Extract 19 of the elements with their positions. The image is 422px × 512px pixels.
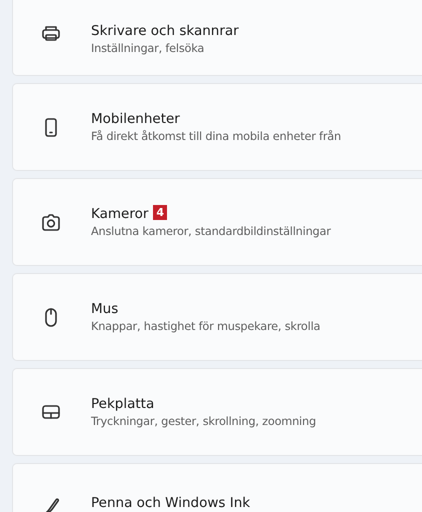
item-description: Anslutna kameror, standardbildinställningar: [91, 224, 331, 240]
item-title: Pekplatta: [91, 396, 154, 412]
item-title: Mobilenheter: [91, 110, 180, 126]
settings-card[interactable]: Kameror 4 Anslutna kameror, standardbildinställningar: [12, 178, 422, 266]
item-description: Få direkt åtkomst till dina mobila enheter från: [91, 128, 341, 144]
item-description: Tryckningar, gester, skrollning, zoomning: [91, 414, 316, 430]
item-title: Skrivare och skannrar: [91, 23, 239, 39]
count-badge: 4: [153, 204, 168, 220]
settings-card[interactable]: Pekplatta Tryckningar, gester, skrollning, zoomning: [12, 368, 422, 456]
item-title: Mus: [91, 300, 118, 316]
settings-card[interactable]: Mus Knappar, hastighet för muspekare, skrolla: [12, 273, 422, 361]
item-title: Penna och Windows Ink: [91, 495, 250, 511]
item-title: Kameror: [91, 206, 148, 222]
settings-card[interactable]: Penna och Windows Ink: [12, 463, 422, 512]
settings-card[interactable]: Mobilenheter Få direkt åtkomst till dina mobila enheter från: [12, 83, 422, 171]
item-description: Knappar, hastighet för muspekare, skrolla: [91, 318, 320, 334]
settings-card[interactable]: Skrivare och skannrar Inställningar, felsöka: [12, 0, 422, 76]
item-description: Inställningar, felsöka: [91, 41, 206, 57]
camera-icon: [40, 211, 62, 233]
